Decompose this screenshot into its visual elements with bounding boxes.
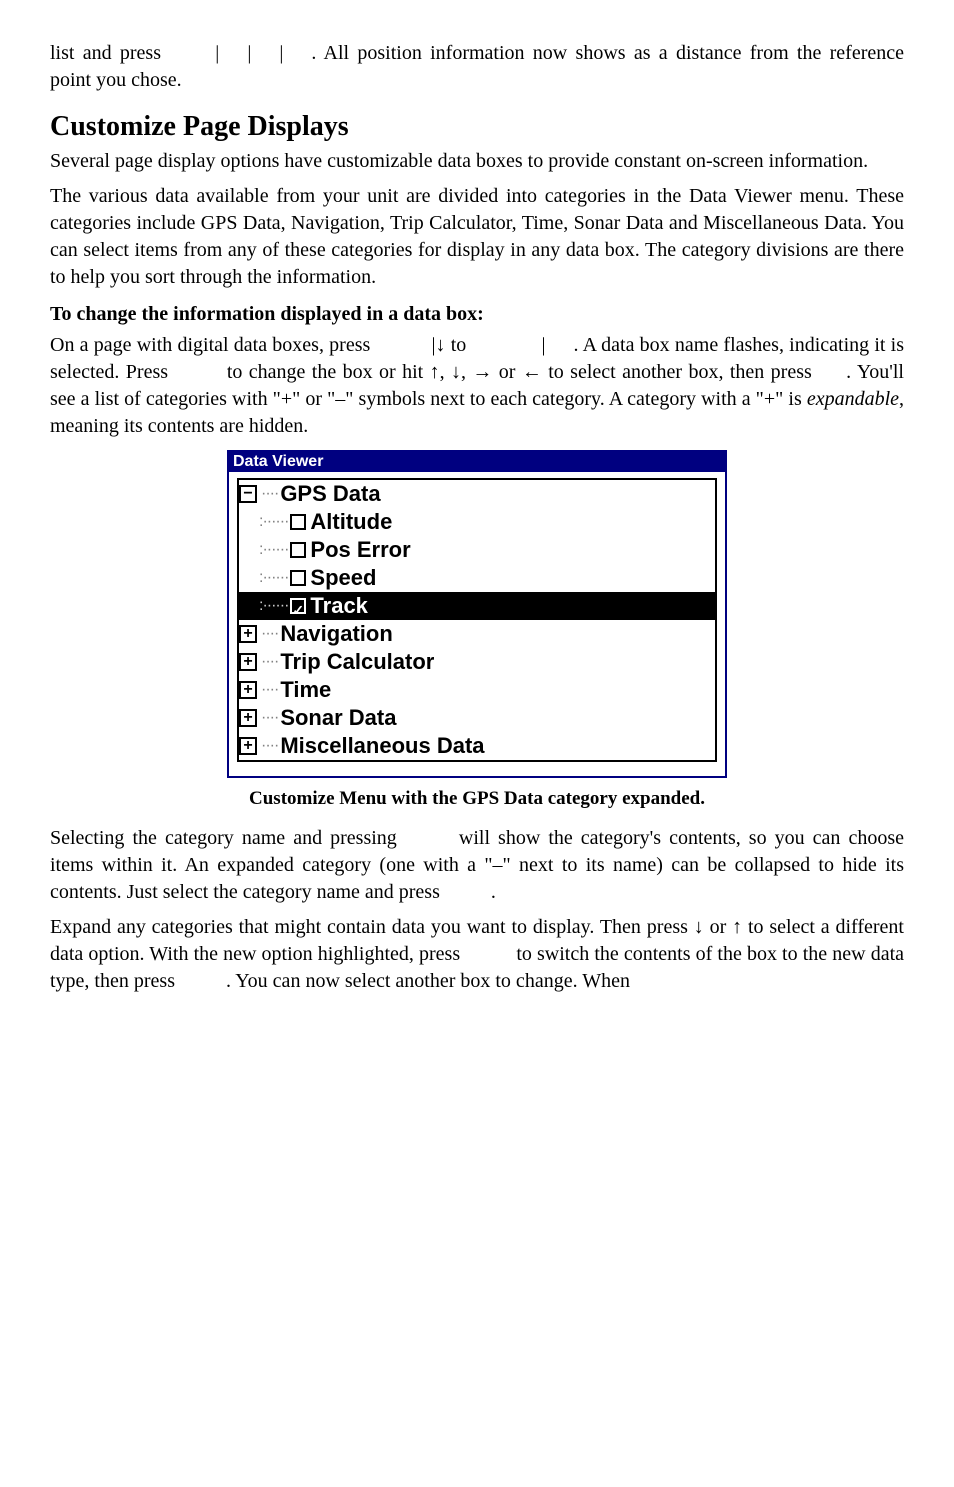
paragraph-5: Selecting the category name and pressing… [50,825,904,906]
data-viewer-window: Data Viewer ····GPS Data :······ Altitud… [227,450,727,778]
tree-connector: :······ [259,508,288,536]
paragraph-1: list and press |||. All position informa… [50,40,904,94]
text: | [541,334,545,356]
data-viewer-figure: Data Viewer ····GPS Data :······ Altitud… [227,450,727,778]
expand-icon [239,737,257,755]
tree-connector: ···· [261,648,278,676]
expand-icon [239,681,257,699]
tree-connector: ···· [261,676,278,704]
checkbox-checked-icon [290,598,306,614]
tree-item-navigation[interactable]: ····Navigation [239,620,715,648]
text: . [491,881,496,903]
tree-item-gps-data[interactable]: ····GPS Data [239,480,715,508]
tree-connector: ···· [261,732,278,760]
text: . All position information now shows as … [50,42,904,91]
checkbox-icon [290,514,306,530]
subheading-change-info: To change the information displayed in a… [50,301,904,328]
heading-customize: Customize Page Displays [50,108,904,146]
paragraph-3: The various data available from your uni… [50,183,904,291]
tree-connector: ···· [261,480,278,508]
tree-label: GPS Data [280,480,380,508]
text-expandable: expandable [807,388,899,410]
text: list and press [50,42,169,64]
paragraph-6: Expand any categories that might contain… [50,914,904,995]
tree-connector: ···· [261,704,278,732]
tree-label: Pos Error [310,536,410,564]
tree-item-trip-calculator[interactable]: ····Trip Calculator [239,648,715,676]
expand-icon [239,709,257,727]
text: |↓ to [432,334,472,356]
checkbox-icon [290,570,306,586]
data-viewer-title: Data Viewer [229,452,725,472]
tree-item-speed[interactable]: :······ Speed [239,564,715,592]
paragraph-4: On a page with digital data boxes, press… [50,332,904,440]
figure-caption: Customize Menu with the GPS Data categor… [50,786,904,812]
tree-item-pos-error[interactable]: :······ Pos Error [239,536,715,564]
tree-label: Time [280,676,331,704]
text: to change the box or hit ↑, ↓, → or ← to… [220,361,818,383]
tree-label: Speed [310,564,376,592]
tree-label: Sonar Data [280,704,396,732]
text: Selecting the category name and pressing [50,827,405,849]
tree-label: Navigation [280,620,392,648]
collapse-icon [239,485,257,503]
tree-item-time[interactable]: ····Time [239,676,715,704]
tree-item-sonar-data[interactable]: ····Sonar Data [239,704,715,732]
text: On a page with digital data boxes, press [50,334,376,356]
tree-label: Trip Calculator [280,648,434,676]
tree-connector: :······ [259,536,288,564]
expand-icon [239,625,257,643]
tree-label: Altitude [310,508,392,536]
checkbox-icon [290,542,306,558]
data-viewer-body: ····GPS Data :······ Altitude :······ Po… [229,472,725,776]
expand-icon [239,653,257,671]
tree-label: Miscellaneous Data [280,732,484,760]
tree-connector: :······ [259,592,288,620]
tree-item-altitude[interactable]: :······ Altitude [239,508,715,536]
tree-connector: ···· [261,620,278,648]
tree-item-track[interactable]: :······ Track [239,592,715,620]
text: . You can now select another box to chan… [226,970,630,992]
tree-item-misc-data[interactable]: ····Miscellaneous Data [239,732,715,760]
paragraph-2: Several page display options have custom… [50,148,904,175]
tree-connector: :······ [259,564,288,592]
tree-label: Track [310,592,368,620]
